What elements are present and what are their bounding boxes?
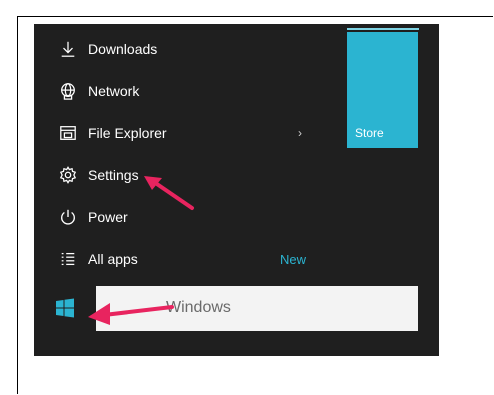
network-icon — [58, 81, 78, 101]
menu-item-label: All apps — [88, 251, 138, 267]
menu-item-label: Downloads — [88, 41, 158, 57]
menu-item-label: File Explorer — [88, 125, 167, 141]
tile-divider — [347, 28, 419, 30]
store-tile[interactable]: Store — [347, 32, 418, 148]
power-icon — [58, 207, 78, 227]
menu-item-label: Power — [88, 209, 128, 225]
chevron-right-icon[interactable]: › — [298, 126, 302, 140]
menu-item-file-explorer[interactable]: File Explorer › — [34, 115, 334, 151]
menu-item-label: Settings — [88, 167, 139, 183]
menu-item-label: Network — [88, 83, 140, 99]
file-explorer-icon — [58, 123, 78, 143]
store-label: Store — [355, 126, 384, 140]
new-badge: New — [280, 251, 307, 267]
gear-icon — [58, 165, 78, 185]
windows-logo-icon — [56, 298, 74, 318]
annotation-arrow-settings — [144, 176, 194, 210]
menu-item-all-apps[interactable]: All apps New — [34, 241, 334, 277]
annotation-arrow-start — [88, 303, 174, 325]
all-apps-icon — [58, 249, 78, 269]
menu-item-downloads[interactable]: Downloads — [34, 31, 334, 67]
menu-item-network[interactable]: Network — [34, 73, 334, 109]
download-icon — [58, 39, 78, 59]
